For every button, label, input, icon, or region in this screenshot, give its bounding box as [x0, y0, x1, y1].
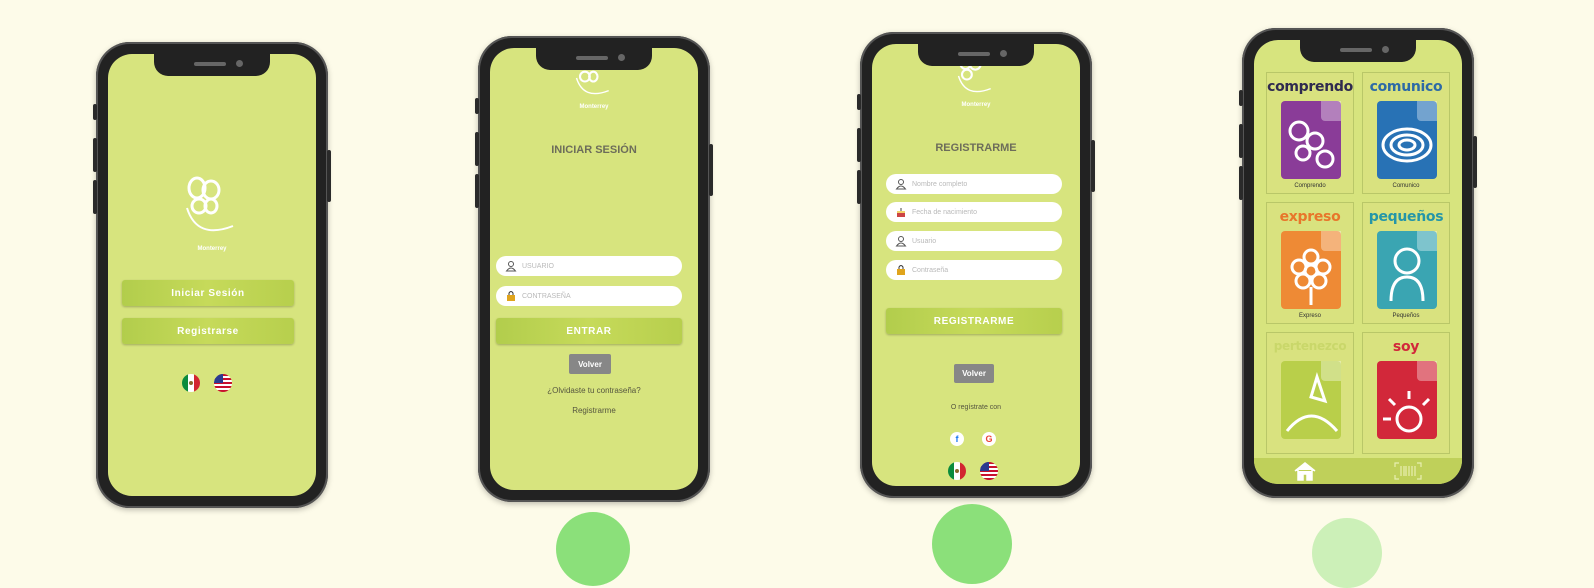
register-button[interactable]: Registrarse: [122, 318, 294, 344]
notch: [154, 54, 270, 76]
user-icon: [894, 234, 908, 248]
barcode-scan-icon[interactable]: [1394, 462, 1422, 484]
language-selector: [948, 462, 998, 480]
username-field[interactable]: Usuario: [886, 231, 1062, 251]
phone-welcome: Monterrey Iniciar Sesión Registrarse: [93, 42, 331, 508]
zone-name: comprendo: [1267, 79, 1353, 95]
password-placeholder: Contraseña: [912, 266, 949, 274]
forgot-password-link[interactable]: ¿Olvidaste tu contraseña?: [490, 386, 698, 395]
password-placeholder: CONTRASEÑA: [522, 292, 571, 300]
zone-card-pequenos[interactable]: pequeños Pequeños: [1362, 202, 1450, 324]
notch: [536, 48, 652, 70]
zones-screen: Zonas comprendo Comprendo comunico Comun…: [1254, 40, 1462, 484]
facebook-icon[interactable]: f: [950, 432, 964, 446]
zone-name: pertenezco: [1273, 339, 1347, 353]
username-placeholder: Usuario: [912, 237, 937, 245]
login-screen: Monterrey INICIAR SESIÓN USUARIO CONTRAS…: [490, 48, 698, 490]
zone-card-pertenezco[interactable]: pertenezco: [1266, 332, 1354, 454]
zone-name: soy: [1392, 339, 1420, 355]
soy-tile-icon: [1377, 361, 1437, 439]
language-selector: [182, 374, 232, 392]
register-title: REGISTRARME: [935, 142, 1017, 154]
decorative-circle: [932, 504, 1012, 584]
zone-name: expreso: [1279, 209, 1341, 225]
login-title: INICIAR SESIÓN: [551, 144, 637, 156]
login-button[interactable]: Iniciar Sesión: [122, 280, 294, 306]
back-button[interactable]: Volver: [569, 354, 611, 374]
logo-city: Monterrey: [961, 102, 991, 108]
birthdate-placeholder: Fecha de nacimiento: [912, 208, 977, 216]
logo-city: Monterrey: [197, 246, 227, 252]
comunico-tile-icon: [1377, 101, 1437, 179]
username-placeholder: USUARIO: [522, 262, 554, 270]
usa-flag-icon[interactable]: [980, 462, 998, 480]
zone-grid: comprendo Comprendo comunico Comunico ex…: [1266, 72, 1450, 454]
enter-button[interactable]: ENTRAR: [496, 318, 682, 344]
zone-caption: Comprendo: [1294, 183, 1326, 189]
home-icon[interactable]: [1292, 461, 1318, 484]
usa-flag-icon[interactable]: [214, 374, 232, 392]
fullname-placeholder: Nombre completo: [912, 180, 968, 188]
password-field[interactable]: CONTRASEÑA: [496, 286, 682, 306]
logo-city: Monterrey: [579, 104, 609, 110]
cake-icon: [894, 205, 908, 219]
notch: [918, 44, 1034, 66]
zone-caption: Expreso: [1298, 313, 1321, 319]
register-screen: Monterrey REGISTRARME Nombre completo Fe…: [872, 44, 1080, 486]
password-field[interactable]: Contraseña: [886, 260, 1062, 280]
zone-name: comunico: [1369, 79, 1443, 95]
pertenezco-tile-icon: [1281, 361, 1341, 439]
lock-icon: [894, 263, 908, 277]
decorative-circle: [1312, 518, 1382, 588]
fullname-field[interactable]: Nombre completo: [886, 174, 1062, 194]
zone-card-soy[interactable]: soy: [1362, 332, 1450, 454]
zone-card-expreso[interactable]: expreso Expreso: [1266, 202, 1354, 324]
birthdate-field[interactable]: Fecha de nacimiento: [886, 202, 1062, 222]
user-icon: [504, 259, 518, 273]
back-button[interactable]: Volver: [954, 364, 994, 383]
zone-name: pequeños: [1368, 209, 1444, 225]
register-submit-button[interactable]: REGISTRARME: [886, 308, 1062, 334]
zone-caption: Comunico: [1392, 183, 1420, 189]
bottom-nav: [1254, 458, 1462, 484]
zone-caption: Pequeños: [1392, 313, 1420, 319]
lock-icon: [504, 289, 518, 303]
username-field[interactable]: USUARIO: [496, 256, 682, 276]
zone-card-comunico[interactable]: comunico Comunico: [1362, 72, 1450, 194]
pequenos-tile-icon: [1377, 231, 1437, 309]
google-icon[interactable]: G: [982, 432, 996, 446]
notch: [1300, 40, 1416, 62]
zone-card-comprendo[interactable]: comprendo Comprendo: [1266, 72, 1354, 194]
phone-zones: Zonas comprendo Comprendo comunico Comun…: [1239, 28, 1477, 498]
mexico-flag-icon[interactable]: [182, 374, 200, 392]
register-link[interactable]: Registrarme: [490, 406, 698, 415]
phone-login: Monterrey INICIAR SESIÓN USUARIO CONTRAS…: [475, 36, 713, 502]
user-icon: [894, 177, 908, 191]
welcome-screen: Monterrey Iniciar Sesión Registrarse: [108, 54, 316, 496]
butterfly-icon: [186, 176, 234, 232]
register-with-label: O regístrate con: [950, 404, 1002, 411]
comprendo-tile-icon: [1281, 101, 1341, 179]
expreso-tile-icon: [1281, 231, 1341, 309]
mexico-flag-icon[interactable]: [948, 462, 966, 480]
phone-register: Monterrey REGISTRARME Nombre completo Fe…: [857, 32, 1095, 498]
butterfly-logo: Monterrey: [177, 168, 247, 252]
social-login: f G: [950, 432, 996, 446]
decorative-circle: [556, 512, 630, 586]
